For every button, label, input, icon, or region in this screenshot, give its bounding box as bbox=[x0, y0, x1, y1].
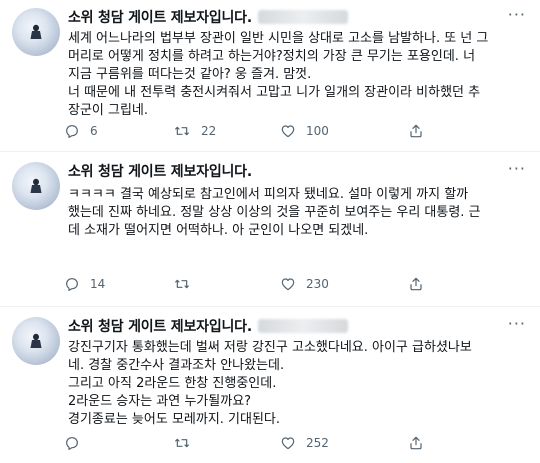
tweet-line: 강진구기자 통화했는데 벌써 저랑 강진구 고소했다네요. 아이구 급하셨나보 bbox=[68, 340, 472, 355]
retweet-count: 22 bbox=[201, 124, 217, 138]
tweet-line: ㅋㅋㅋㅋ 결국 예상되로 참고인에서 피의자 됐네요. 설마 이렇게 까지 할까 bbox=[68, 187, 469, 202]
tweet-line: 지금 구름위를 떠다는것 같아? 웅 즐겨. 맘껏. bbox=[68, 67, 312, 82]
tweet-header: 소위 청담 게이트 제보자입니다. bbox=[68, 315, 348, 337]
reply-button[interactable]: 14 bbox=[64, 276, 173, 292]
avatar[interactable] bbox=[12, 162, 60, 210]
more-horizontal-icon[interactable]: ··· bbox=[508, 7, 526, 23]
share-icon bbox=[410, 277, 422, 291]
tweet-feed: 소위 청담 게이트 제보자입니다. ··· 세계 어느나라의 법부부 장관이 일… bbox=[0, 0, 540, 463]
tweet-actions: 252 bbox=[64, 433, 520, 453]
tweet-line: 했는데 진짜 하네요. 정말 상상 이상의 것을 꾸준히 보여주는 우리 대통령… bbox=[68, 205, 481, 220]
like-count: 252 bbox=[306, 436, 329, 450]
reply-icon bbox=[66, 278, 78, 291]
reply-icon bbox=[66, 437, 78, 450]
heart-icon bbox=[281, 437, 295, 450]
heart-icon bbox=[281, 278, 295, 291]
display-name[interactable]: 소위 청담 게이트 제보자입니다. bbox=[68, 161, 252, 181]
share-button[interactable] bbox=[408, 276, 424, 292]
tweet-text: ㅋㅋㅋㅋ 결국 예상되로 참고인에서 피의자 됐네요. 설마 이렇게 까지 할까… bbox=[68, 186, 528, 240]
like-button[interactable]: 230 bbox=[280, 276, 408, 292]
display-name[interactable]: 소위 청담 게이트 제보자입니다. bbox=[68, 7, 252, 27]
tweet[interactable]: 소위 청담 게이트 제보자입니다. ··· 강진구기자 통화했는데 벌써 저랑 … bbox=[0, 307, 540, 463]
reply-icon bbox=[66, 125, 78, 138]
tweet-line: 세계 어느나라의 법부부 장관이 일반 시민을 상대로 고소를 남발하나. 또 … bbox=[68, 31, 489, 46]
share-button[interactable] bbox=[408, 435, 424, 451]
display-name[interactable]: 소위 청담 게이트 제보자입니다. bbox=[68, 316, 252, 336]
like-count: 100 bbox=[306, 124, 329, 138]
heart-icon bbox=[281, 125, 295, 138]
tweet-line: 데 소재가 떨어지면 어떡하나. 아 군인이 나오면 되겠네. bbox=[68, 223, 369, 238]
avatar-figure-icon bbox=[30, 178, 42, 193]
tweet-line: 너 때문에 내 전투력 충전시켜줘서 고맙고 니가 일개의 장관이라 비하했던 … bbox=[68, 85, 481, 100]
share-button[interactable] bbox=[408, 123, 424, 139]
reply-button[interactable] bbox=[64, 435, 173, 451]
tweet-text: 세계 어느나라의 법부부 장관이 일반 시민을 상대로 고소를 남발하나. 또 … bbox=[68, 30, 528, 120]
avatar-figure-icon bbox=[30, 24, 42, 39]
like-button[interactable]: 100 bbox=[280, 123, 408, 139]
reply-button[interactable]: 6 bbox=[64, 123, 173, 139]
tweet-line: 2라운드 승자는 과연 누가될까요? bbox=[68, 394, 252, 409]
tweet-line: 장군이 그립네. bbox=[68, 103, 149, 118]
tweet-actions: 6 22 100 bbox=[64, 121, 520, 141]
tweet-line: 머리로 어떻게 정치를 하려고 하는거야?정치의 가장 큰 무기는 포용인데. … bbox=[68, 49, 476, 64]
more-horizontal-icon[interactable]: ··· bbox=[508, 161, 526, 177]
like-count: 230 bbox=[306, 277, 329, 291]
retweet-icon bbox=[175, 126, 189, 136]
tweet-text: 강진구기자 통화했는데 벌써 저랑 강진구 고소했다네요. 아이구 급하셨나보 … bbox=[68, 339, 528, 429]
retweet-button[interactable] bbox=[173, 276, 280, 292]
reply-count: 14 bbox=[90, 277, 106, 291]
avatar[interactable] bbox=[12, 317, 60, 365]
tweet-header: 소위 청담 게이트 제보자입니다. bbox=[68, 160, 252, 182]
reply-count: 6 bbox=[90, 124, 98, 138]
retweet-button[interactable] bbox=[173, 435, 280, 451]
avatar-figure-icon bbox=[30, 333, 42, 348]
retweet-icon bbox=[175, 438, 189, 448]
avatar[interactable] bbox=[12, 8, 60, 56]
tweet[interactable]: 소위 청담 게이트 제보자입니다. ··· 세계 어느나라의 법부부 장관이 일… bbox=[0, 0, 540, 152]
like-button[interactable]: 252 bbox=[280, 435, 408, 451]
more-horizontal-icon[interactable]: ··· bbox=[508, 316, 526, 332]
tweet[interactable]: 소위 청담 게이트 제보자입니다. ··· ㅋㅋㅋㅋ 결국 예상되로 참고인에서… bbox=[0, 152, 540, 307]
tweet-line: 경기종료는 늦어도 모레까지. 기대된다. bbox=[68, 412, 281, 427]
tweet-actions: 14 230 bbox=[64, 274, 520, 294]
share-icon bbox=[410, 436, 422, 450]
redacted-handle bbox=[257, 10, 348, 24]
retweet-icon bbox=[175, 279, 189, 289]
tweet-header: 소위 청담 게이트 제보자입니다. bbox=[68, 6, 348, 28]
redacted-handle bbox=[257, 319, 348, 333]
share-icon bbox=[410, 124, 422, 138]
tweet-line: 그리고 아직 2라운드 한창 진행중인데. bbox=[68, 376, 277, 391]
tweet-line: 네. 경찰 중간수사 결과조차 안나왔는데. bbox=[68, 358, 285, 373]
retweet-button[interactable]: 22 bbox=[173, 123, 280, 139]
